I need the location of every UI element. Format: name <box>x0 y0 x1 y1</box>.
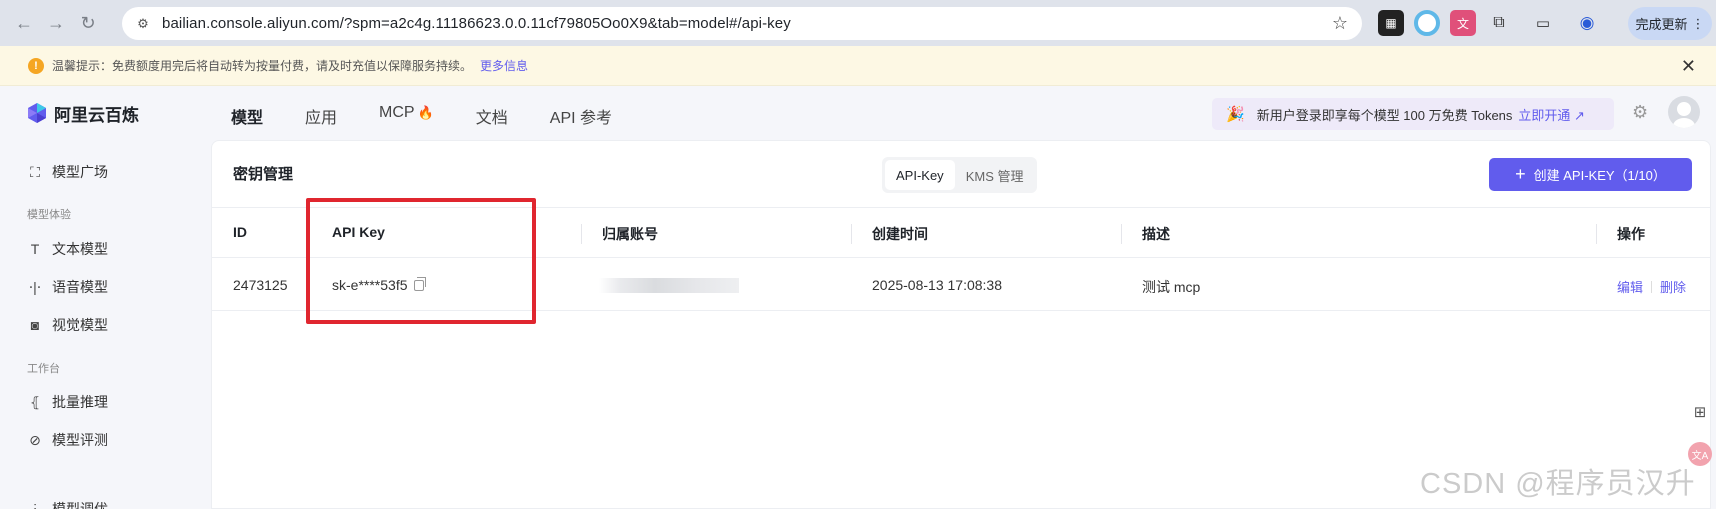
browser-update-button[interactable]: 完成更新 ⋮ <box>1628 7 1712 40</box>
sidebar-item-model-tuning[interactable]: ⫶ 模型调优 <box>26 499 108 509</box>
promo-link[interactable]: 立即开通 ↗ <box>1518 105 1585 124</box>
tab-kms[interactable]: KMS 管理 <box>955 160 1035 190</box>
sidebar-group-title: 工作台 <box>27 363 60 375</box>
promo-banner[interactable]: 🎉 新用户登录即享每个模型 100 万免费 Tokens 立即开通 ↗ <box>1212 98 1614 130</box>
more-vert-icon: ⋮ <box>1691 15 1705 31</box>
profile-icon[interactable]: ◉ <box>1574 10 1600 36</box>
party-popper-icon: 🎉 <box>1226 106 1245 123</box>
watermark: CSDN @程序员汉升 <box>1420 468 1696 500</box>
plus-icon: + <box>1515 164 1526 184</box>
translate-extension-icon[interactable]: 文 <box>1450 10 1476 36</box>
sidebar-item-label: 文本模型 <box>52 241 108 257</box>
column-header-created: 创建时间 <box>872 226 928 242</box>
back-icon[interactable]: ← <box>10 9 38 37</box>
extension-icon[interactable]: ▦ <box>1378 10 1404 36</box>
column-divider <box>1596 224 1597 244</box>
delete-link[interactable]: 删除 <box>1660 280 1686 295</box>
sidebar-item-label: 模型调优 <box>52 501 108 509</box>
cell-desc: 测试 mcp <box>1142 279 1201 295</box>
gear-icon[interactable]: ⚙ <box>1632 102 1648 123</box>
action-divider <box>1651 281 1653 293</box>
notice-text: 温馨提示：免费额度用完后将自动转为按量付费，请及时充值以保障服务持续。 <box>52 59 473 73</box>
site-settings-icon[interactable]: ⚙ <box>132 13 154 35</box>
page-title: 密钥管理 <box>233 166 294 183</box>
extension-icon[interactable] <box>1414 10 1440 36</box>
camera-icon: ◙ <box>30 317 40 333</box>
top-nav: 模型 应用 MCP 🔥 文档 API 参考 <box>231 104 654 128</box>
reload-icon[interactable]: ↻ <box>74 9 102 37</box>
nav-docs[interactable]: 文档 <box>476 104 508 128</box>
sidebar: ⛶ 模型广场 模型体验 T 文本模型 ⋅|⋅ 语音模型 ◙ 视觉模型 工作台 ⦃… <box>0 140 211 509</box>
tuning-icon: ⫶ <box>33 500 37 509</box>
notice-bar: ! 温馨提示：免费额度用完后将自动转为按量付费，请及时充值以保障服务持续。 更多… <box>0 46 1716 86</box>
nav-mcp[interactable]: MCP 🔥 <box>379 104 434 128</box>
cell-actions: 编辑 删除 <box>1617 277 1686 296</box>
sidebar-item-label: 模型广场 <box>52 164 108 180</box>
top-header: 阿里云百炼 模型 应用 MCP 🔥 文档 API 参考 🎉 新用户登录即享每个模型… <box>0 86 1716 140</box>
puzzle-icon[interactable]: ⧉ <box>1486 10 1512 36</box>
sidebar-item-label: 语音模型 <box>52 279 108 295</box>
forward-icon[interactable]: → <box>42 9 70 37</box>
column-header-actions: 操作 <box>1617 226 1645 242</box>
cell-created: 2025-08-13 17:08:38 <box>872 277 1002 293</box>
extension-icons: ▦ 文 ⧉ ▭ ◉ <box>1378 10 1600 36</box>
sidebar-item-label: 批量推理 <box>52 394 108 410</box>
logo[interactable]: 阿里云百炼 <box>26 101 139 126</box>
browser-toolbar: ← → ↻ ⚙ bailian.console.aliyun.com/?spm=… <box>0 0 1716 46</box>
key-type-tabs: API-Key KMS 管理 <box>882 157 1038 193</box>
masked-account <box>599 278 739 293</box>
column-header-desc: 描述 <box>1142 226 1170 242</box>
text-icon: T <box>30 241 40 257</box>
nav-api-ref[interactable]: API 参考 <box>550 104 612 128</box>
sidebar-item-model-eval[interactable]: ⊘ 模型评测 <box>26 430 108 450</box>
model-square-icon: ⛶ <box>30 163 40 180</box>
update-label: 完成更新 <box>1635 17 1688 32</box>
logo-icon <box>28 103 46 123</box>
column-divider <box>581 224 582 244</box>
notice-more-link[interactable]: 更多信息 <box>480 57 528 74</box>
nav-app[interactable]: 应用 <box>305 104 337 128</box>
compass-icon: ⊘ <box>29 431 41 448</box>
column-header-id: ID <box>233 224 247 240</box>
apps-grid-icon[interactable]: ⊞ <box>1688 400 1712 424</box>
bookmark-star-icon[interactable]: ☆ <box>1332 13 1348 34</box>
sidebar-item-label: 模型评测 <box>52 432 108 448</box>
sidebar-group-title: 模型体验 <box>27 209 71 221</box>
avatar[interactable] <box>1668 96 1700 128</box>
create-api-key-button[interactable]: + 创建 API-KEY（1/10） <box>1489 158 1692 191</box>
column-divider <box>851 224 852 244</box>
promo-text: 新用户登录即享每个模型 100 万免费 Tokens <box>1256 107 1513 123</box>
waveform-icon: ⋅|⋅ <box>28 278 42 295</box>
nav-mcp-label: MCP <box>379 104 415 121</box>
sidebar-item-text-model[interactable]: T 文本模型 <box>26 239 108 259</box>
sidebar-item-vision-model[interactable]: ◙ 视觉模型 <box>26 315 108 335</box>
nav-model[interactable]: 模型 <box>231 104 263 128</box>
cell-id: 2473125 <box>233 277 288 293</box>
edit-link[interactable]: 编辑 <box>1617 280 1643 295</box>
batch-icon: ⦃ <box>29 393 41 410</box>
logo-text: 阿里云百炼 <box>54 105 139 125</box>
fire-icon: 🔥 <box>417 105 434 120</box>
url-text[interactable]: bailian.console.aliyun.com/?spm=a2c4g.11… <box>162 15 791 32</box>
create-api-key-label: 创建 API-KEY（1/10） <box>1533 168 1666 183</box>
highlight-box <box>306 198 536 324</box>
close-icon[interactable]: ✕ <box>1681 56 1696 77</box>
column-header-account: 归属账号 <box>602 226 658 242</box>
api-key-card: 密钥管理 API-Key KMS 管理 + 创建 API-KEY（1/10） I… <box>211 140 1711 509</box>
tab-api-key[interactable]: API-Key <box>885 160 955 190</box>
address-bar[interactable]: ⚙ bailian.console.aliyun.com/?spm=a2c4g.… <box>122 7 1362 40</box>
sidebar-item-batch-inference[interactable]: ⦃ 批量推理 <box>26 392 108 412</box>
column-divider <box>1121 224 1122 244</box>
sidebar-item-voice-model[interactable]: ⋅|⋅ 语音模型 <box>26 277 108 297</box>
sidebar-item-label: 视觉模型 <box>52 317 108 333</box>
sidebar-item-model-square[interactable]: ⛶ 模型广场 <box>26 162 108 182</box>
warning-icon: ! <box>28 57 44 74</box>
tab-search-icon[interactable]: ▭ <box>1530 10 1556 36</box>
